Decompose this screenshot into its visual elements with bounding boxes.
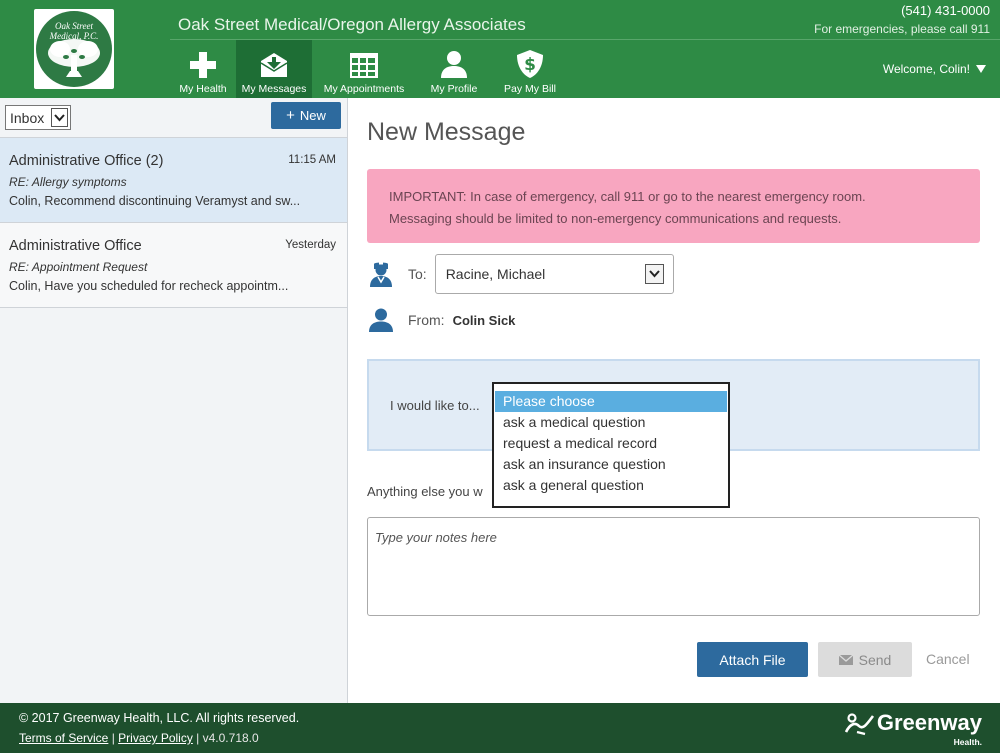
version-text: | v4.0.718.0	[192, 731, 259, 745]
svg-text:$: $	[524, 55, 536, 75]
message-list-item[interactable]: Administrative Office (2) 11:15 AM RE: A…	[0, 138, 347, 223]
chevron-down-icon	[644, 264, 664, 284]
send-button[interactable]: Send	[818, 642, 912, 677]
send-label: Send	[858, 651, 892, 668]
message-preview: Colin, Recommend discontinuing Veramyst …	[9, 194, 301, 208]
alert-line: Messaging should be limited to non-emerg…	[389, 211, 842, 226]
to-row: To: Racine, Michael	[368, 253, 674, 295]
nav-my-appointments[interactable]: My Appointments	[312, 40, 416, 98]
tree-logo-icon: Oak Street Medical, P.C.	[36, 11, 112, 87]
plus-icon: +	[286, 106, 295, 124]
main-nav: My Health My Messages My Appointments My…	[170, 40, 568, 98]
nav-label: Pay My Bill	[504, 83, 556, 95]
nav-my-profile[interactable]: My Profile	[416, 40, 492, 98]
new-message-button[interactable]: + New	[271, 102, 341, 129]
nav-label: My Messages	[241, 83, 307, 95]
dropdown-option[interactable]: Please choose	[495, 391, 727, 412]
logo-text: Oak Street Medical, P.C.	[49, 21, 99, 41]
app-header: Oak Street Medical, P.C. Oak Street Medi…	[0, 0, 1000, 98]
compose-panel: New Message IMPORTANT: In case of emerge…	[348, 98, 1000, 703]
recipient-value: Racine, Michael	[445, 266, 546, 282]
alert-line: IMPORTANT: In case of emergency, call 91…	[389, 189, 866, 204]
attach-file-button[interactable]: Attach File	[697, 642, 808, 677]
chevron-down-icon	[976, 65, 986, 73]
dropdown-option[interactable]: ask an insurance question	[495, 454, 727, 475]
notes-label: Anything else you w	[367, 484, 483, 499]
recipient-select[interactable]: Racine, Michael	[434, 254, 674, 294]
message-preview: Colin, Have you scheduled for recheck ap…	[9, 279, 289, 293]
nav-label: My Profile	[430, 83, 478, 95]
message-time: 11:15 AM	[288, 154, 336, 166]
user-menu[interactable]: Welcome, Colin!	[883, 62, 986, 76]
nav-pay-my-bill[interactable]: $ Pay My Bill	[492, 40, 568, 98]
sidebar-toolbar: Inbox + New	[0, 98, 347, 138]
folder-select[interactable]: Inbox	[5, 105, 71, 130]
footer-links: Terms of Service | Privacy Policy | v4.0…	[19, 731, 259, 745]
attach-label: Attach File	[719, 651, 786, 668]
person-icon	[369, 308, 393, 332]
folder-value: Inbox	[10, 109, 45, 126]
doctor-icon	[370, 262, 392, 287]
calendar-icon	[350, 53, 378, 78]
dropdown-option[interactable]: ask a general question	[495, 475, 727, 496]
copyright: © 2017 Greenway Health, LLC. All rights …	[19, 711, 300, 725]
new-button-label: New	[299, 108, 326, 123]
notes-textarea[interactable]: Type your notes here	[367, 517, 980, 616]
phone-number: (541) 431-0000	[901, 3, 990, 18]
inbox-icon	[260, 53, 288, 77]
greenway-logo: Greenway Health.	[844, 710, 982, 747]
message-subject: RE: Appointment Request	[9, 260, 148, 274]
practice-logo[interactable]: Oak Street Medical, P.C.	[34, 9, 114, 89]
message-list-item[interactable]: Administrative Office Yesterday RE: Appo…	[0, 223, 347, 308]
person-icon	[441, 51, 467, 78]
privacy-link[interactable]: Privacy Policy	[118, 731, 193, 745]
emergency-note: For emergencies, please call 911	[814, 22, 990, 36]
chevron-down-icon	[51, 108, 68, 127]
message-subject: RE: Allergy symptoms	[9, 175, 127, 189]
to-label: To:	[408, 266, 427, 282]
request-type-label: I would like to...	[390, 398, 480, 413]
nav-label: My Health	[179, 83, 227, 95]
plus-icon	[190, 52, 216, 78]
message-sidebar: Inbox + New Administrative Office (2) 11…	[0, 98, 348, 703]
org-name: Oak Street Medical/Oregon Allergy Associ…	[178, 15, 526, 34]
emergency-alert: IMPORTANT: In case of emergency, call 91…	[367, 169, 980, 243]
request-type-dropdown[interactable]: Please choose ask a medical question req…	[492, 382, 730, 508]
nav-my-health[interactable]: My Health	[170, 40, 236, 98]
nav-my-messages[interactable]: My Messages	[236, 40, 312, 98]
from-value: Colin Sick	[452, 312, 516, 328]
welcome-text: Welcome, Colin!	[882, 62, 970, 76]
cancel-link[interactable]: Cancel	[926, 651, 970, 667]
terms-link[interactable]: Terms of Service	[19, 731, 108, 745]
nav-label: My Appointments	[323, 83, 405, 95]
dollar-shield-icon: $	[517, 50, 543, 78]
dropdown-option[interactable]: request a medical record	[495, 433, 727, 454]
footer-separator: |	[108, 731, 119, 745]
message-time: Yesterday	[285, 239, 336, 251]
greenway-sub: Health.	[953, 737, 982, 747]
greenway-wordmark: Greenway	[876, 710, 982, 735]
from-label: From:	[408, 312, 445, 328]
page-title: New Message	[367, 118, 526, 146]
app-footer: © 2017 Greenway Health, LLC. All rights …	[0, 703, 1000, 753]
greenway-figure-icon	[844, 713, 874, 736]
from-row: From: Colin Sick	[368, 306, 515, 334]
envelope-icon	[838, 654, 853, 665]
dropdown-option[interactable]: ask a medical question	[495, 412, 727, 433]
notes-placeholder: Type your notes here	[375, 530, 497, 545]
